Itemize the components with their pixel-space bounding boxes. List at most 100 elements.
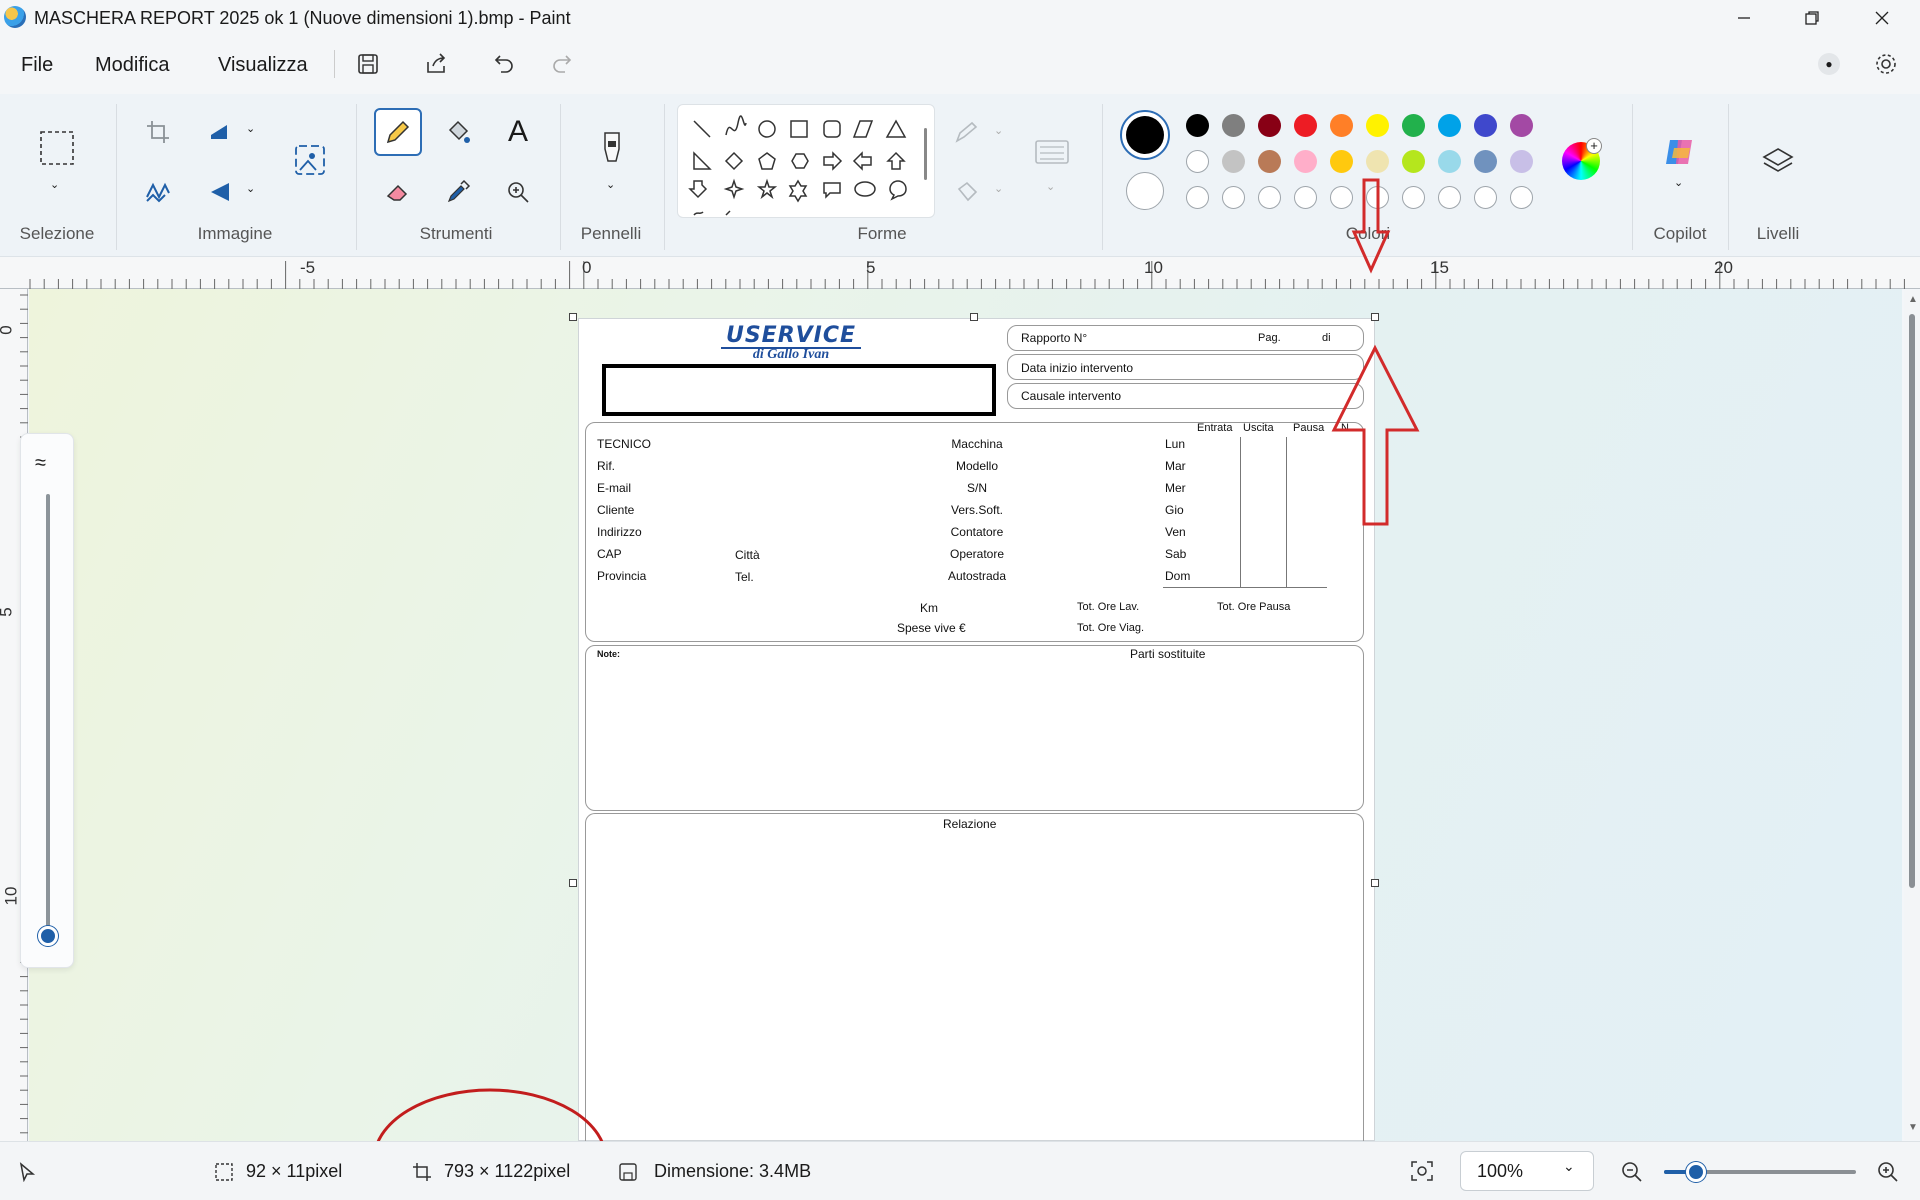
custom-color-slot[interactable] bbox=[1258, 186, 1281, 209]
eraser-tool-button[interactable] bbox=[378, 172, 418, 212]
copilot-dropdown[interactable]: ⌄ bbox=[1674, 176, 1683, 189]
shapes-scrollbar[interactable] bbox=[924, 128, 927, 180]
custom-color-slot[interactable] bbox=[1510, 186, 1533, 209]
brushes-button[interactable] bbox=[592, 128, 632, 168]
color-swatch-0[interactable] bbox=[1186, 150, 1209, 173]
field-label: E-mail bbox=[597, 481, 632, 495]
custom-color-slot[interactable] bbox=[1402, 186, 1425, 209]
zoom-in-button[interactable] bbox=[1876, 1160, 1900, 1189]
color-swatch-7[interactable] bbox=[1438, 150, 1461, 173]
scrollbar-thumb[interactable] bbox=[1909, 314, 1915, 888]
crop-button[interactable] bbox=[138, 112, 178, 152]
layers-button[interactable] bbox=[1758, 142, 1798, 182]
save-icon bbox=[358, 54, 378, 74]
color-swatch-3[interactable] bbox=[1294, 150, 1317, 173]
color-swatch-6[interactable] bbox=[1402, 114, 1425, 137]
outline-button[interactable] bbox=[948, 114, 988, 154]
selection-dropdown[interactable]: ⌄ bbox=[50, 178, 59, 191]
redo-button[interactable] bbox=[546, 50, 578, 78]
share-button[interactable] bbox=[420, 50, 452, 78]
color-swatch-8[interactable] bbox=[1474, 114, 1497, 137]
image-generator-button[interactable] bbox=[290, 140, 330, 180]
copilot-button[interactable] bbox=[1660, 132, 1700, 172]
menu-file[interactable]: File bbox=[21, 54, 53, 77]
canvas-size-text: 793 × 1122pixel bbox=[444, 1161, 571, 1181]
brush-size-thumb[interactable] bbox=[38, 926, 58, 946]
color-swatch-1[interactable] bbox=[1222, 150, 1245, 173]
brushes-dropdown[interactable]: ⌄ bbox=[606, 178, 615, 191]
color-swatch-3[interactable] bbox=[1294, 114, 1317, 137]
outline-dropdown[interactable]: ⌄ bbox=[994, 124, 1003, 137]
group-label-brushes: Pennelli bbox=[580, 224, 642, 243]
brush-size-track[interactable] bbox=[46, 494, 50, 934]
account-button[interactable]: ● bbox=[1818, 53, 1840, 75]
custom-color-slot[interactable] bbox=[1186, 186, 1209, 209]
color-swatch-7[interactable] bbox=[1438, 114, 1461, 137]
rotate-dropdown[interactable]: ⌄ bbox=[246, 182, 255, 195]
vertical-scrollbar[interactable]: ▲ ▼ bbox=[1904, 290, 1920, 1140]
color-swatch-2[interactable] bbox=[1258, 114, 1281, 137]
report-section bbox=[585, 813, 1364, 1153]
custom-color-slot[interactable] bbox=[1366, 186, 1389, 209]
resize-handle-top-right[interactable] bbox=[1371, 313, 1379, 321]
canvas[interactable]: USERVICE di Gallo Ivan Rapporto N° Pag. … bbox=[578, 318, 1375, 1153]
text-tool-button[interactable]: A bbox=[498, 112, 538, 152]
resize-handle-right[interactable] bbox=[1371, 879, 1379, 887]
rectangle-select-button[interactable] bbox=[36, 127, 78, 169]
settings-button[interactable] bbox=[1870, 50, 1902, 78]
rotate-button[interactable] bbox=[200, 172, 240, 212]
ribbon-separator bbox=[1728, 104, 1729, 250]
custom-color-slot[interactable] bbox=[1438, 186, 1461, 209]
resize-button[interactable] bbox=[200, 112, 240, 152]
resize-handle-top[interactable] bbox=[970, 313, 978, 321]
fill-shape-button[interactable] bbox=[948, 172, 988, 212]
undo-button[interactable] bbox=[488, 50, 520, 78]
color-swatch-8[interactable] bbox=[1474, 150, 1497, 173]
save-button[interactable] bbox=[352, 50, 384, 78]
menu-divider bbox=[334, 50, 335, 78]
menu-edit[interactable]: Modifica bbox=[95, 54, 169, 77]
entry-col-header: Entrata bbox=[1197, 422, 1233, 434]
pencil-tool-button[interactable] bbox=[374, 108, 422, 156]
chevron-down-icon: ⌄ bbox=[1674, 177, 1684, 189]
custom-color-slot[interactable] bbox=[1222, 186, 1245, 209]
canvas-size-icon bbox=[413, 1163, 431, 1181]
magnifier-button[interactable] bbox=[498, 172, 538, 212]
effects-button[interactable] bbox=[138, 172, 178, 212]
color-swatch-4[interactable] bbox=[1330, 150, 1353, 173]
custom-color-slot[interactable] bbox=[1330, 186, 1353, 209]
fill-tool-button[interactable] bbox=[438, 112, 478, 152]
zoom-out-button[interactable] bbox=[1620, 1160, 1644, 1189]
zoom-slider-thumb[interactable] bbox=[1686, 1162, 1706, 1182]
zoom-select[interactable]: 100% ⌄ bbox=[1460, 1151, 1594, 1191]
color-swatch-6[interactable] bbox=[1402, 150, 1425, 173]
primary-color-button[interactable] bbox=[1120, 110, 1170, 160]
shape-style-button[interactable] bbox=[1032, 132, 1072, 172]
secondary-color-button[interactable] bbox=[1126, 172, 1164, 210]
shape-style-dropdown[interactable]: ⌄ bbox=[1046, 180, 1055, 193]
menu-view[interactable]: Visualizza bbox=[218, 54, 308, 77]
resize-handle-left[interactable] bbox=[569, 879, 577, 887]
color-swatch-4[interactable] bbox=[1330, 114, 1353, 137]
field-label: Rif. bbox=[597, 459, 615, 473]
color-swatch-9[interactable] bbox=[1510, 114, 1533, 137]
fill-shape-dropdown[interactable]: ⌄ bbox=[994, 182, 1003, 195]
field-label: TECNICO bbox=[597, 437, 651, 451]
restore-button[interactable] bbox=[1780, 0, 1844, 36]
color-swatch-9[interactable] bbox=[1510, 150, 1533, 173]
minimize-button[interactable] bbox=[1712, 0, 1776, 36]
fit-to-window-button[interactable] bbox=[1410, 1160, 1434, 1187]
custom-color-slot[interactable] bbox=[1294, 186, 1317, 209]
edit-colors-button[interactable]: + bbox=[1562, 138, 1602, 180]
color-swatch-0[interactable] bbox=[1186, 114, 1209, 137]
phone-label: Tel. bbox=[735, 570, 754, 584]
resize-handle-top-left[interactable] bbox=[569, 313, 577, 321]
custom-color-slot[interactable] bbox=[1474, 186, 1497, 209]
color-picker-button[interactable] bbox=[438, 172, 478, 212]
color-swatch-5[interactable] bbox=[1366, 114, 1389, 137]
close-button[interactable] bbox=[1850, 0, 1914, 36]
color-swatch-1[interactable] bbox=[1222, 114, 1245, 137]
color-swatch-5[interactable] bbox=[1366, 150, 1389, 173]
color-swatch-2[interactable] bbox=[1258, 150, 1281, 173]
resize-dropdown[interactable]: ⌄ bbox=[246, 122, 255, 135]
